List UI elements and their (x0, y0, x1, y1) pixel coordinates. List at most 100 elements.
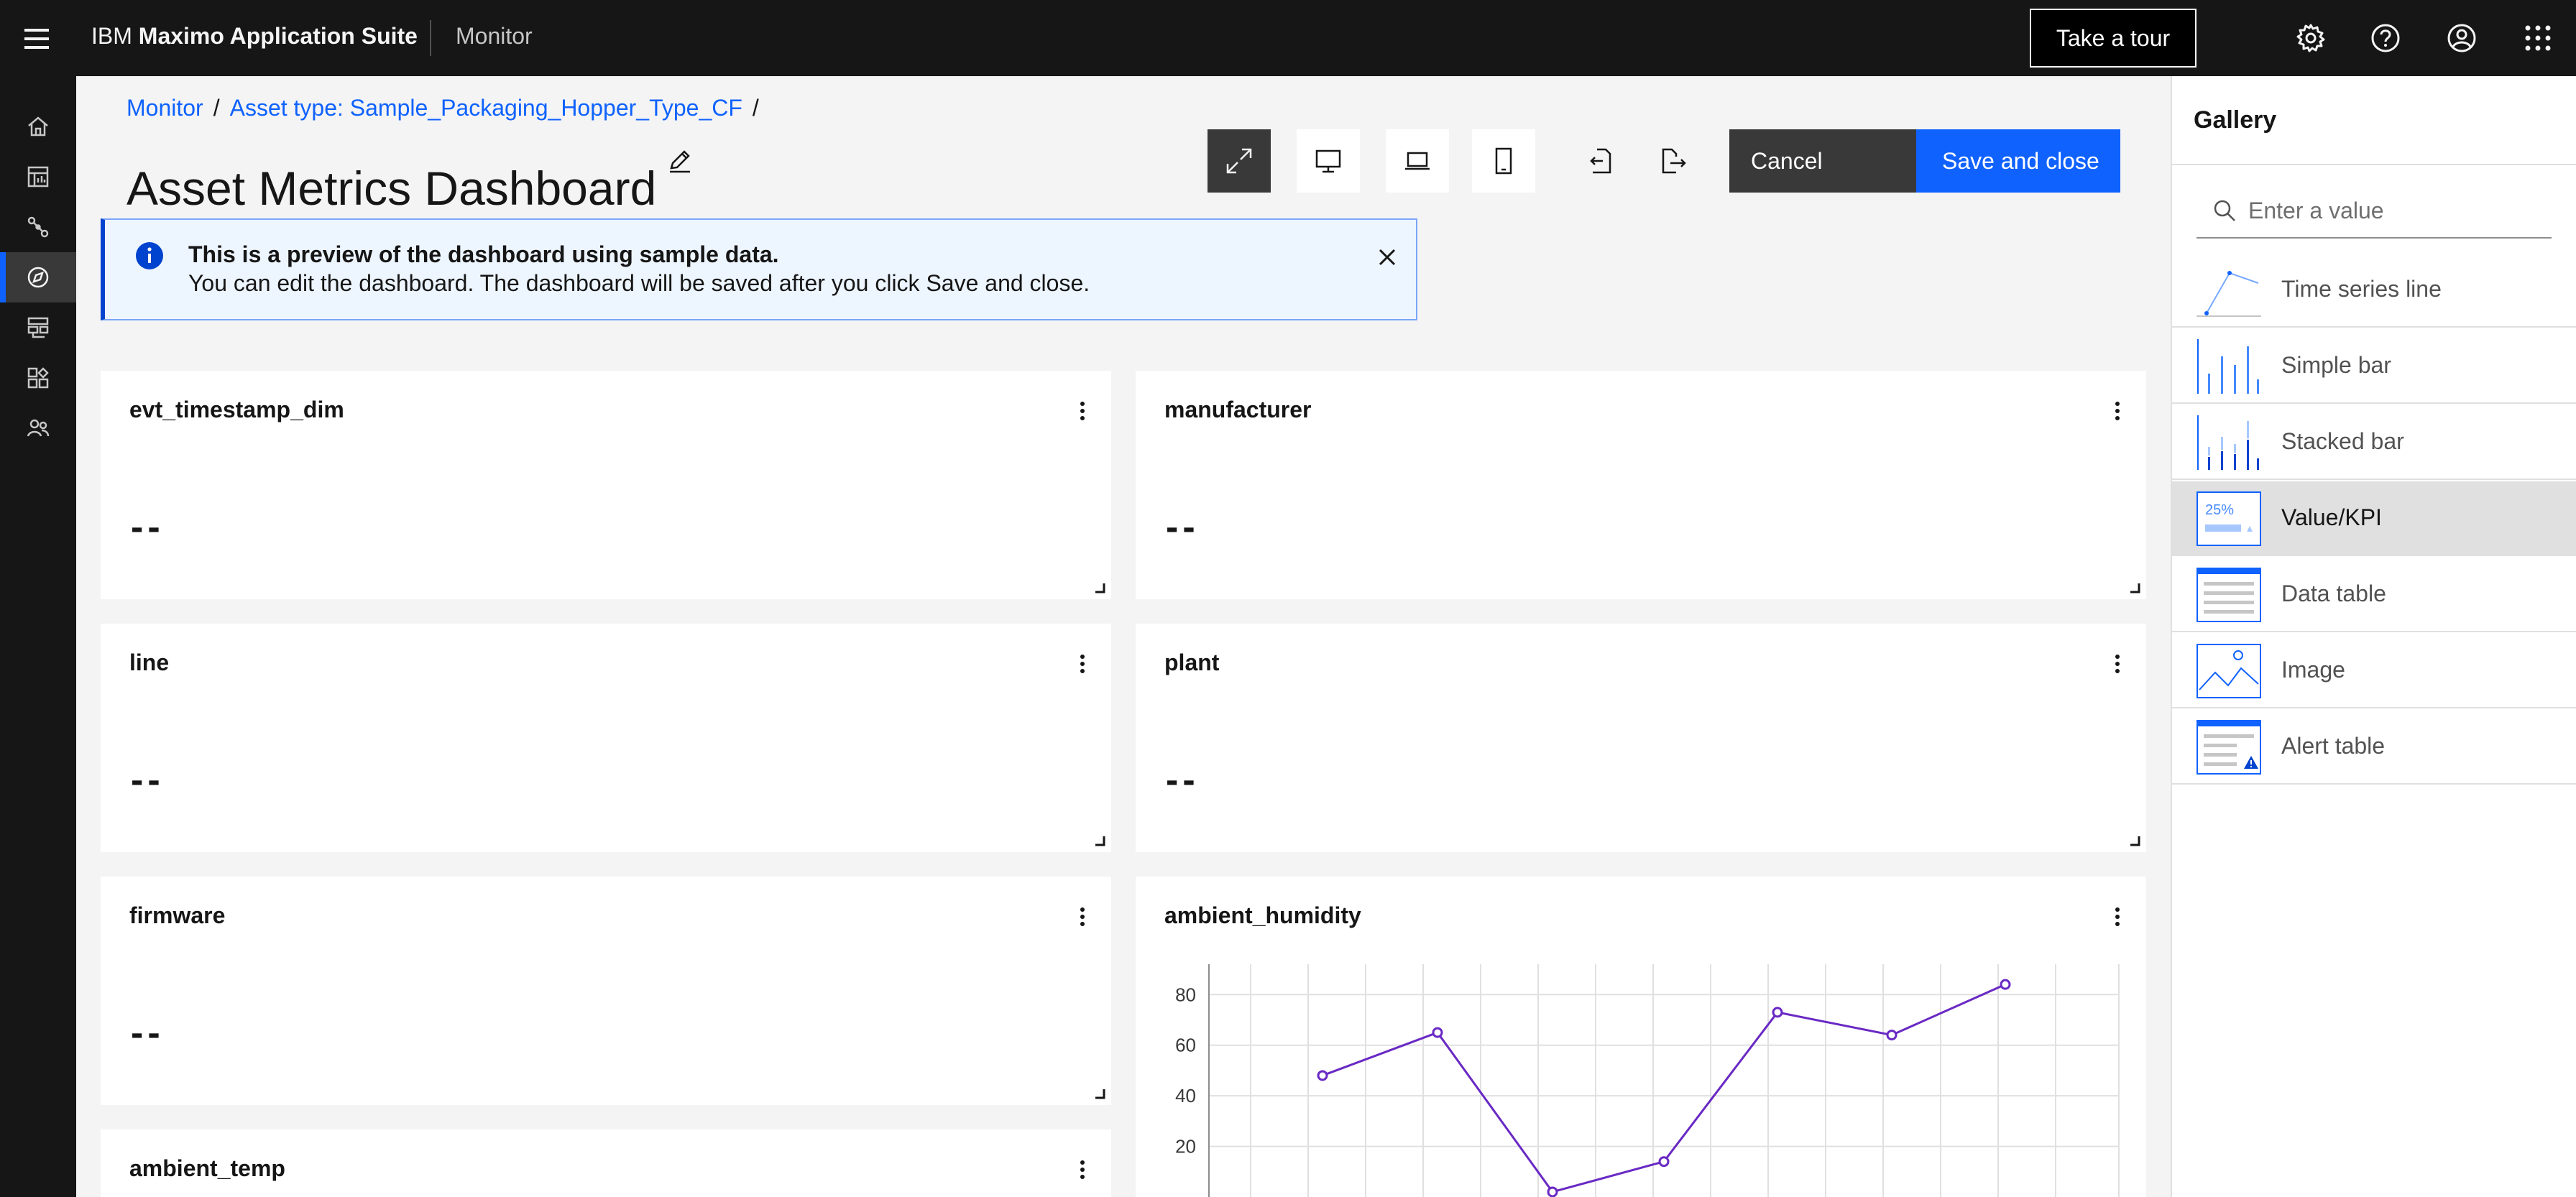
search-icon (2214, 200, 2235, 221)
close-icon[interactable] (1373, 243, 1402, 272)
data-point (1772, 1007, 1783, 1018)
overflow-menu-icon[interactable] (1071, 397, 1094, 425)
gallery-item-alert-table[interactable]: Alert table (2172, 710, 2576, 785)
tablet-view-button[interactable] (1472, 129, 1535, 193)
notification-title: This is a preview of the dashboard using… (188, 241, 779, 267)
resize-handle-icon[interactable] (2130, 836, 2140, 846)
chart-card[interactable]: ambient_humidity 80 60 40 20 (1136, 877, 2146, 1197)
card-title: manufacturer (1164, 397, 1312, 422)
overflow-menu-icon[interactable] (1071, 650, 1094, 678)
breadcrumb-separator: / (213, 95, 220, 121)
card-title: firmware (129, 902, 226, 928)
resize-handle-icon[interactable] (1095, 1089, 1105, 1099)
home-icon[interactable] (0, 101, 76, 152)
breadcrumb: Monitor / Asset type: Sample_Packaging_Hop… (126, 95, 769, 121)
breadcrumb-monitor-link[interactable]: Monitor (126, 95, 203, 121)
gallery-item-time-series-line[interactable]: Time series line (2172, 253, 2576, 328)
product-name[interactable]: IBM Maximo Application Suite (91, 23, 418, 50)
y-tick-label: 80 (1175, 984, 1196, 1005)
laptop-view-button[interactable] (1386, 129, 1449, 193)
fit-to-screen-button[interactable] (1208, 129, 1271, 193)
gallery-item-label: Time series line (2281, 276, 2442, 302)
card-title: line (129, 650, 170, 675)
breadcrumb-asset-type-link[interactable]: Asset type: Sample_Packaging_Hopper_Type… (230, 95, 742, 121)
desktop-icon (1315, 149, 1341, 173)
menu-icon[interactable] (22, 26, 53, 52)
take-a-tour-button[interactable]: Take a tour (2030, 9, 2196, 68)
connections-icon[interactable] (0, 202, 76, 252)
gallery-item-image[interactable]: Image (2172, 634, 2576, 708)
gallery-item-label: Image (2281, 657, 2345, 683)
y-tick-label: 60 (1175, 1035, 1196, 1056)
y-tick-label: 40 (1175, 1085, 1196, 1106)
card-title: plant (1164, 650, 1220, 675)
gallery-item-label: Value/KPI (2281, 504, 2382, 530)
gallery-item-label: Stacked bar (2281, 428, 2404, 454)
gallery-item-simple-bar[interactable]: Simple bar (2172, 329, 2576, 404)
card-value: -- (1166, 507, 1200, 548)
edit-title-icon[interactable] (664, 145, 696, 177)
help-icon[interactable] (2366, 19, 2405, 57)
gallery-item-label: Simple bar (2281, 352, 2391, 378)
data-point (2000, 979, 2011, 990)
gallery-item-label: Data table (2281, 581, 2386, 606)
gallery-item-value-kpi[interactable]: 25% Value/KPI (2172, 481, 2576, 556)
cancel-button[interactable]: Cancel (1729, 129, 1916, 193)
dashboard-card[interactable]: ambient_temp (101, 1129, 1111, 1197)
info-icon (135, 241, 164, 270)
resize-handle-icon[interactable] (2130, 583, 2140, 593)
page-title: Asset Metrics Dashboard (126, 162, 657, 216)
divider (2172, 164, 2576, 165)
data-point (1886, 1030, 1898, 1041)
card-value: -- (1166, 759, 1200, 801)
dashboard-icon[interactable] (0, 152, 76, 202)
app-switcher-icon[interactable] (2518, 19, 2557, 57)
users-icon[interactable] (0, 403, 76, 453)
gallery-panel: Gallery Time series line Simple bar (2171, 76, 2576, 1197)
value-kpi-icon: 25% (2196, 491, 2261, 546)
overflow-menu-icon[interactable] (2106, 650, 2129, 678)
gallery-item-stacked-bar[interactable]: Stacked bar (2172, 405, 2576, 480)
dashboard-card[interactable]: line -- (101, 624, 1111, 852)
resize-handle-icon[interactable] (1095, 583, 1105, 593)
data-point (1317, 1070, 1328, 1081)
dashboard-card[interactable]: plant -- (1136, 624, 2146, 852)
maximize-icon (1226, 148, 1252, 174)
header-divider (430, 20, 431, 56)
brand-name: Maximo Application Suite (138, 23, 418, 49)
save-and-close-button[interactable]: Save and close (1916, 129, 2120, 193)
overflow-menu-icon[interactable] (1071, 902, 1094, 931)
import-button[interactable] (1570, 129, 1633, 193)
info-notification: This is a preview of the dashboard using… (101, 218, 1417, 320)
import-icon (1590, 148, 1611, 174)
card-value: -- (131, 1012, 165, 1054)
resize-handle-icon[interactable] (1095, 836, 1105, 846)
data-point (1547, 1186, 1558, 1197)
assets-icon[interactable] (0, 353, 76, 403)
stacked-bar-icon (2197, 415, 2259, 470)
tablet-icon (1495, 147, 1512, 175)
alert-table-icon (2196, 720, 2261, 775)
humidity-line-chart: 80 60 40 20 (1175, 964, 2120, 1197)
dashboard-card[interactable]: manufacturer -- (1136, 371, 2146, 599)
user-avatar-icon[interactable] (2442, 19, 2481, 57)
dashboard-card[interactable]: evt_timestamp_dim -- (101, 371, 1111, 599)
dashboard-card[interactable]: firmware -- (101, 877, 1111, 1105)
time-series-line-icon (2196, 271, 2261, 317)
overflow-menu-icon[interactable] (1071, 1155, 1094, 1184)
desktop-view-button[interactable] (1297, 129, 1360, 193)
breadcrumb-separator: / (752, 95, 759, 121)
gallery-item-data-table[interactable]: Data table (2172, 558, 2576, 632)
export-button[interactable] (1642, 129, 1705, 193)
image-icon (2196, 644, 2261, 698)
data-point (1658, 1156, 1670, 1168)
search-input[interactable] (2247, 194, 2537, 227)
monitor-nav-icon[interactable] (0, 252, 76, 302)
data-point (1432, 1027, 1443, 1038)
card-title: ambient_temp (129, 1155, 285, 1181)
hierarchy-icon[interactable] (0, 302, 76, 353)
notification-subtitle: You can edit the dashboard. The dashboar… (188, 270, 1090, 296)
settings-icon[interactable] (2291, 19, 2330, 57)
card-value: -- (131, 759, 165, 801)
overflow-menu-icon[interactable] (2106, 397, 2129, 425)
